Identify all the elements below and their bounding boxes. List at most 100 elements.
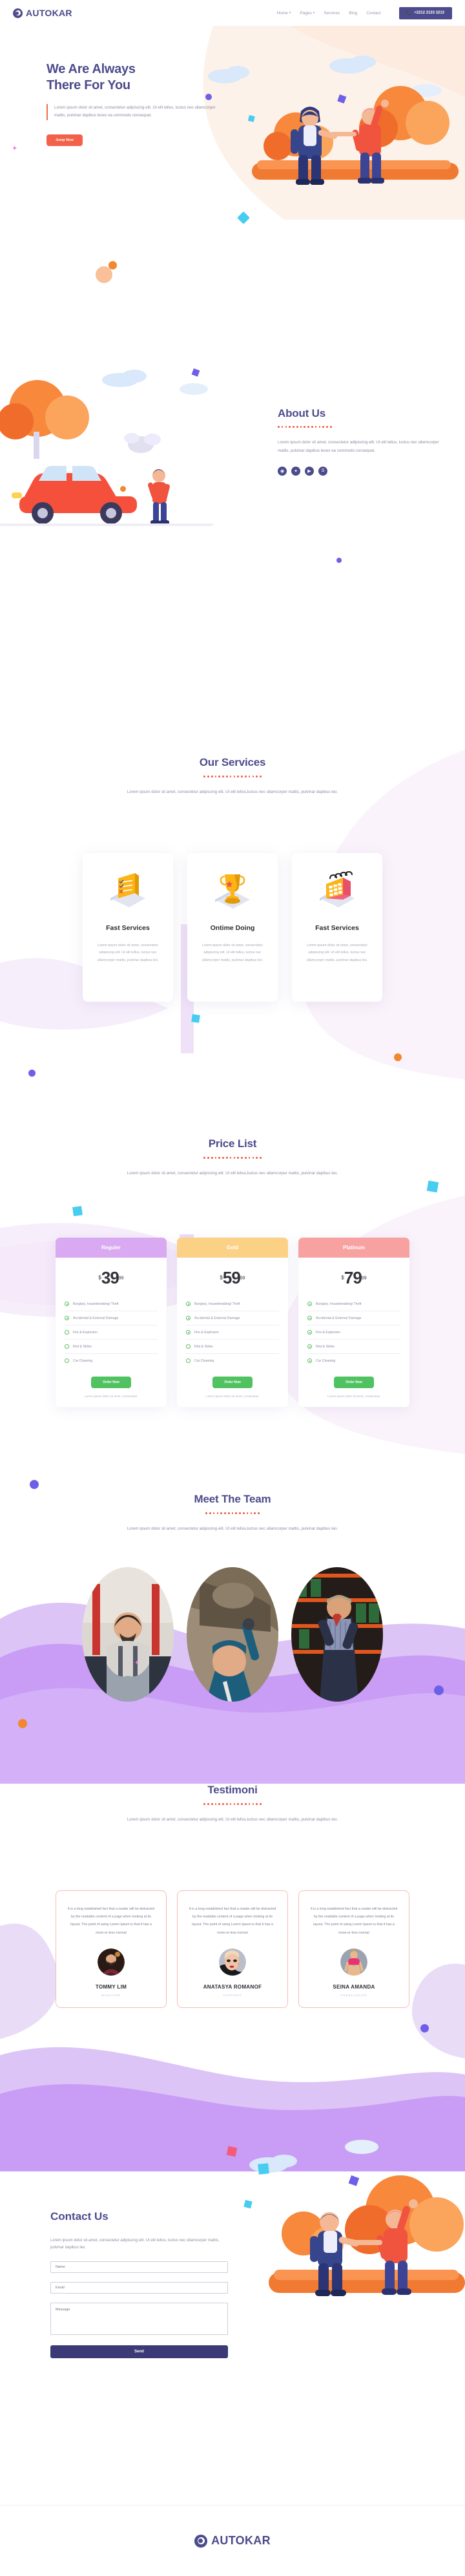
plan-name: Platinum (298, 1238, 409, 1258)
feature-row: Fire & Explosion (186, 1325, 279, 1340)
price-amount: 59 (222, 1268, 241, 1287)
testimoni-card[interactable]: It is a long established fact that a rea… (177, 1890, 288, 2008)
plan-price: $3999 (56, 1258, 167, 1297)
team-subtitle: Lorem ipsum dolor sit amet, consectetur … (127, 1526, 338, 1531)
service-description: Lorem ipsum dolor sit amet, consectetur … (202, 944, 264, 962)
services-section: Our Services Lorem ipsum dolor sit amet,… (0, 730, 465, 1092)
price-card[interactable]: Gold $5999 Burglary, housebreaking/ Thef… (177, 1238, 288, 1407)
jump-now-button[interactable]: Jump Now (46, 134, 83, 146)
plan-note: Lorem ipsum dolor sit amet, consectetur (206, 1395, 259, 1398)
phone-number: +2212 2133 3213 (414, 11, 444, 15)
price-card[interactable]: Platinum $7999 Burglary, housebreaking/ … (298, 1238, 409, 1407)
services-title: Our Services (199, 756, 266, 768)
woman-fitness-portrait-photo (340, 1948, 367, 1976)
message-field[interactable] (50, 2302, 228, 2335)
youtube-icon[interactable]: ▶ (305, 466, 314, 476)
service-title: Fast Services (106, 924, 150, 932)
skype-icon[interactable]: S (318, 466, 327, 476)
order-now-button[interactable]: Order Now (334, 1377, 374, 1388)
nav-item-pages[interactable]: Pages ▾ (300, 11, 315, 16)
service-card[interactable]: Ontime Doing Lorem ipsum dolor sit amet,… (187, 853, 278, 1002)
plan-price: $7999 (298, 1258, 409, 1297)
price-card[interactable]: Reguler $3999 Burglary, housebreaking/ T… (56, 1238, 167, 1407)
email-field[interactable] (50, 2281, 228, 2294)
dribbble-icon[interactable]: ◉ (278, 466, 287, 476)
purple-dot-decoration (336, 558, 342, 563)
dotted-divider (278, 426, 446, 428)
phone-icon: 📞 (406, 11, 412, 16)
nav-item-services[interactable]: Services (324, 11, 340, 16)
price-cents: 99 (118, 1276, 124, 1281)
orange-dot-decoration (394, 1053, 402, 1061)
order-now-button[interactable]: Order Now (212, 1377, 253, 1388)
dotted-divider (0, 776, 465, 777)
purple-dot-decoration (420, 2024, 429, 2032)
service-title: Fast Services (315, 924, 359, 932)
price-cents: 99 (240, 1276, 245, 1281)
nav-item-blog[interactable]: Blog (349, 11, 357, 16)
orange-dot-decoration (120, 486, 126, 492)
testimoni-card[interactable]: It is a long established fact that a rea… (56, 1890, 167, 2008)
service-card[interactable]: Fast Services Lorem ipsum dolor sit amet… (292, 853, 382, 1002)
send-button[interactable]: Send (50, 2345, 228, 2358)
price-subtitle: Lorem ipsum dolor sit amet, consectetur … (127, 1170, 338, 1176)
dotted-divider (0, 1157, 465, 1159)
orange-dot-decoration (108, 261, 117, 269)
testimoni-name: ANATASYA ROMANOF (203, 1983, 262, 1990)
cyan-square-decoration (426, 1180, 439, 1193)
radio-off-icon (186, 1344, 191, 1349)
name-field[interactable] (50, 2261, 228, 2273)
testimoni-quote: It is a long established fact that a rea… (67, 1907, 155, 1935)
hero-illustration (208, 56, 459, 185)
nav-item-home[interactable]: Home ▾ (276, 11, 291, 16)
feature-label: Fire & Explosion (316, 1330, 340, 1335)
feature-label: Car Cleaning (194, 1358, 214, 1363)
order-now-button[interactable]: Order Now (91, 1377, 131, 1388)
feature-label: Riot & Strike (73, 1344, 92, 1349)
nav-label-pages: Pages (300, 10, 312, 16)
radio-off-icon (65, 1330, 69, 1335)
phone-button[interactable]: 📞 +2212 2133 3213 (398, 6, 452, 19)
pink-square-decoration (226, 2146, 238, 2157)
feature-row: Car Cleaning (186, 1354, 279, 1367)
plan-name: Gold (177, 1238, 288, 1258)
price-title: Price List (208, 1137, 257, 1150)
price-section: Price List Lorem ipsum dolor sit amet, c… (0, 1118, 465, 1480)
service-description: Lorem ipsum dolor sit amet, consectetur … (97, 944, 159, 962)
site-footer: AUTOKAR (0, 2505, 465, 2576)
nav-label-services: Services (324, 10, 340, 16)
testimoni-heading-block: Testimoni Lorem ipsum dolor sit amet, co… (0, 1784, 465, 1824)
testimoni-role: MANAGER (101, 1993, 121, 1997)
footer-brand[interactable]: AUTOKAR (194, 2534, 271, 2548)
team-member-photo[interactable] (82, 1567, 174, 1702)
hero-title: We Are Always There For You (46, 61, 227, 94)
radio-on-icon (307, 1330, 312, 1335)
radio-on-icon (186, 1302, 191, 1306)
cyan-square-decoration (258, 2163, 269, 2175)
radio-off-icon (186, 1358, 191, 1363)
team-member-photo[interactable] (291, 1567, 383, 1702)
main-navigation: Home ▾ Pages ▾ Services Blog Contact 📞 +… (276, 6, 465, 19)
service-card[interactable]: Fast Services Lorem ipsum dolor sit amet… (83, 853, 173, 1002)
team-member-photo[interactable] (187, 1567, 278, 1702)
radio-on-icon (307, 1358, 312, 1363)
testimoni-card[interactable]: It is a long established fact that a rea… (298, 1890, 409, 2008)
woman-makeup-portrait-photo (219, 1948, 246, 1976)
about-section: About Us Lorem ipsum dolor sit amet, con… (0, 349, 465, 569)
testimoni-section: Testimoni Lorem ipsum dolor sit amet, co… (0, 1771, 465, 2171)
about-title: About Us (278, 407, 326, 419)
twitter-icon[interactable]: ✦ (291, 466, 300, 476)
hero-text-block: We Are Always There For You Lorem ipsum … (46, 61, 227, 146)
trophy-icon (215, 874, 250, 909)
testimoni-quote: It is a long established fact that a rea… (310, 1907, 398, 1935)
camera-lens-icon (194, 2534, 208, 2548)
feature-row: Fire & Explosion (65, 1325, 158, 1340)
nav-item-contact[interactable]: Contact (366, 11, 380, 16)
price-amount: 39 (101, 1268, 119, 1287)
price-amount: 79 (344, 1268, 362, 1287)
testimoni-name: SEINA AMANDA (333, 1983, 375, 1990)
social-links: ◉ ✦ ▶ S (278, 466, 446, 476)
purple-dot-decoration (30, 1480, 39, 1489)
brand-logo-link[interactable]: AUTOKAR (13, 8, 72, 18)
orange-dot-decoration (18, 1719, 27, 1728)
